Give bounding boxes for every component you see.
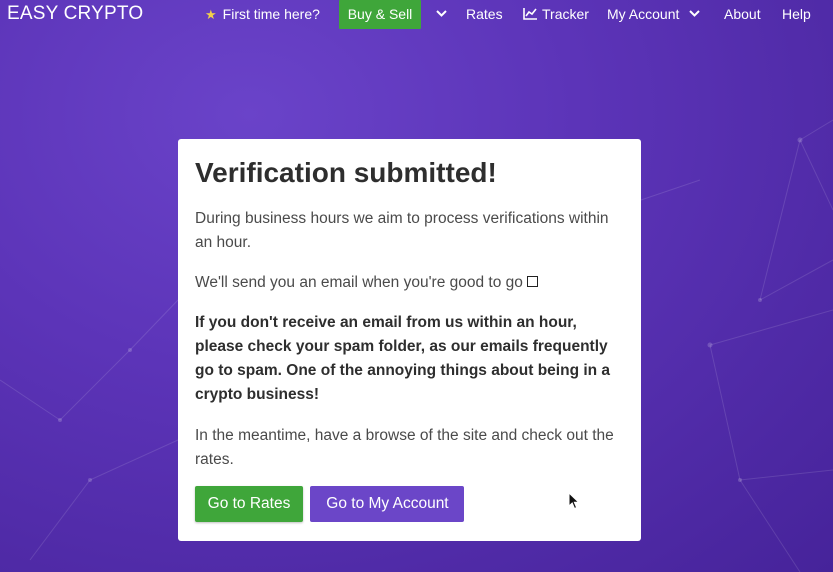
line-chart-icon (523, 8, 537, 21)
top-navigation-bar: EASY CRYPTO ★ First time here? Buy & Sell… (0, 0, 833, 30)
verification-card: Verification submitted! During business … (178, 139, 641, 541)
nav-buy-sell-button[interactable]: Buy & Sell (339, 0, 421, 29)
card-title: Verification submitted! (195, 157, 497, 188)
nav-first-time-here[interactable]: ★ First time here? (205, 0, 320, 29)
star-icon: ★ (205, 7, 217, 22)
chevron-down-icon (436, 10, 447, 18)
processing-time-text: During business hours we aim to process … (195, 210, 609, 251)
nav-about[interactable]: About (724, 0, 761, 29)
go-to-rates-button[interactable]: Go to Rates (195, 486, 303, 522)
email-notice-label: We'll send you an email when you're good… (195, 274, 523, 291)
go-to-my-account-button[interactable]: Go to My Account (310, 486, 465, 522)
spam-warning-text: If you don't receive an email from us wi… (195, 314, 611, 403)
nav-buy-sell-label: Buy & Sell (347, 6, 413, 22)
nav-tracker-label: Tracker (542, 6, 589, 22)
nav-help[interactable]: Help (782, 0, 811, 29)
nav-rates[interactable]: Rates (466, 0, 503, 29)
browse-site-text: In the meantime, have a browse of the si… (195, 427, 614, 468)
brand-logo[interactable]: EASY CRYPTO (7, 3, 143, 25)
empty-box-icon (526, 275, 538, 287)
nav-tracker[interactable]: Tracker (523, 0, 589, 29)
chevron-down-icon (689, 10, 700, 18)
nav-my-account-dropdown[interactable]: My Account (607, 0, 700, 29)
nav-first-time-label: First time here? (222, 6, 320, 22)
mouse-pointer-icon (568, 492, 580, 510)
nav-my-account-label: My Account (607, 6, 680, 22)
nav-buy-sell-dropdown-toggle[interactable] (430, 0, 447, 29)
email-notice-text: We'll send you an email when you're good… (195, 271, 624, 295)
card-actions: Go to Rates Go to My Account (195, 486, 467, 522)
